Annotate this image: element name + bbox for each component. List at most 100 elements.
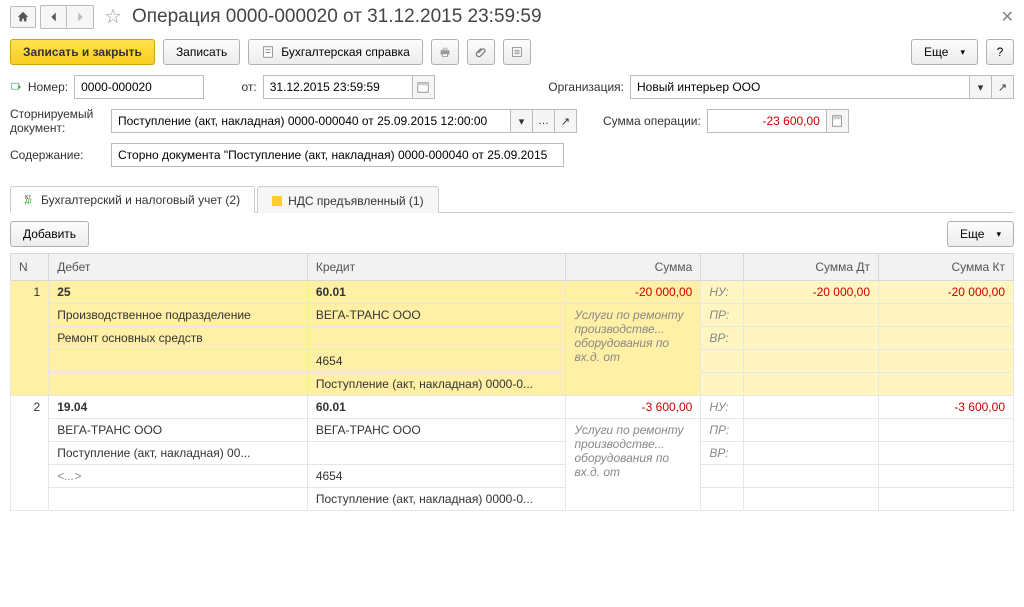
- sum-kt-cell: -20 000,00: [879, 281, 1014, 304]
- help-button[interactable]: ?: [986, 39, 1014, 65]
- grid-more-label: Еще: [960, 227, 984, 241]
- add-button[interactable]: Добавить: [10, 221, 89, 247]
- content-label: Содержание:: [10, 148, 105, 162]
- more-button[interactable]: Еще ▾: [911, 39, 978, 65]
- entries-grid: N Дебет Кредит Сумма Сумма Дт Сумма Кт 1…: [10, 253, 1014, 511]
- sum-input[interactable]: [707, 109, 827, 133]
- favorite-icon[interactable]: ☆: [104, 4, 122, 29]
- tab-accounting-label: Бухгалтерский и налоговый учет (2): [41, 193, 240, 207]
- paperclip-icon: [474, 45, 488, 59]
- credit-l1: ВЕГА-ТРАНС ООО: [307, 304, 566, 327]
- row-n: 2: [11, 396, 49, 511]
- storno-ellipsis-button[interactable]: …: [533, 109, 555, 133]
- back-button[interactable]: [41, 6, 67, 28]
- col-credit[interactable]: Кредит: [307, 254, 566, 281]
- sum-note: Услуги по ремонту производстве... оборуд…: [566, 419, 701, 511]
- credit-l2: 4654: [307, 350, 566, 373]
- calculator-icon: [830, 114, 844, 128]
- credit-acc: 60.01: [316, 400, 346, 414]
- table-row[interactable]: Поступление (акт, накладная) 0000-0...: [11, 373, 1014, 396]
- tag-nu: НУ:: [701, 396, 744, 419]
- table-row[interactable]: Поступление (акт, накладная) 0000-0...: [11, 488, 1014, 511]
- tab-accounting[interactable]: ДтКт Бухгалтерский и налоговый учет (2): [10, 186, 255, 213]
- table-row[interactable]: <...> 4654: [11, 465, 1014, 488]
- calendar-button[interactable]: [413, 75, 435, 99]
- page-title: Операция 0000-000020 от 31.12.2015 23:59…: [132, 6, 542, 28]
- form-area: Номер: от: Организация: ▾ ↗ Сторнируемый…: [0, 73, 1024, 183]
- tag-pr: ПР:: [701, 419, 744, 442]
- subtoolbar: Добавить Еще ▾: [0, 213, 1024, 253]
- tabs: ДтКт Бухгалтерский и налоговый учет (2) …: [10, 185, 1014, 213]
- sum-cell: -3 600,00: [566, 396, 701, 419]
- tab-vat-icon: [272, 196, 282, 206]
- sum-kt-cell: -3 600,00: [879, 396, 1014, 419]
- org-input[interactable]: [630, 75, 970, 99]
- caret-down-icon: ▾: [996, 229, 1001, 240]
- nav-group: [40, 5, 94, 29]
- date-input[interactable]: [263, 75, 413, 99]
- org-label: Организация:: [548, 80, 624, 94]
- sum-label: Сумма операции:: [603, 114, 701, 128]
- save-close-button[interactable]: Записать и закрыть: [10, 39, 155, 65]
- storno-open-button[interactable]: ↗: [555, 109, 577, 133]
- tag-pr: ПР:: [701, 304, 744, 327]
- more-label: Еще: [924, 45, 948, 59]
- table-row[interactable]: 2 19.04 60.01 -3 600,00 НУ: -3 600,00: [11, 396, 1014, 419]
- print-icon: [438, 45, 452, 59]
- credit-l3: Поступление (акт, накладная) 0000-0...: [307, 373, 566, 396]
- topbar: ☆ Операция 0000-000020 от 31.12.2015 23:…: [0, 0, 1024, 35]
- debit-acc: 19.04: [57, 400, 87, 414]
- tag-nu: НУ:: [701, 281, 744, 304]
- col-sum-dt[interactable]: Сумма Дт: [744, 254, 879, 281]
- table-row[interactable]: 4654: [11, 350, 1014, 373]
- tag-vr: ВР:: [701, 327, 744, 350]
- row-n: 1: [11, 281, 49, 396]
- table-row[interactable]: ВЕГА-ТРАНС ООО ВЕГА-ТРАНС ООО Услуги по …: [11, 419, 1014, 442]
- col-tag: [701, 254, 744, 281]
- tab-vat[interactable]: НДС предъявленный (1): [257, 186, 438, 213]
- table-row[interactable]: Производственное подразделение ВЕГА-ТРАН…: [11, 304, 1014, 327]
- storno-input[interactable]: [111, 109, 511, 133]
- debit-l2: Ремонт основных средств: [49, 327, 308, 350]
- col-sum[interactable]: Сумма: [566, 254, 701, 281]
- col-n[interactable]: N: [11, 254, 49, 281]
- main-toolbar: Записать и закрыть Записать Бухгалтерска…: [0, 35, 1024, 73]
- caret-down-icon: ▾: [960, 47, 965, 58]
- debit-l1: ВЕГА-ТРАНС ООО: [49, 419, 308, 442]
- save-button[interactable]: Записать: [163, 39, 240, 65]
- grid-more-button[interactable]: Еще ▾: [947, 221, 1014, 247]
- home-button[interactable]: [10, 6, 36, 28]
- tab-vat-label: НДС предъявленный (1): [288, 194, 423, 208]
- attach-button[interactable]: [467, 39, 495, 65]
- debit-l3: <...>: [49, 465, 308, 488]
- debit-l1: Производственное подразделение: [49, 304, 308, 327]
- org-open-button[interactable]: ↗: [992, 75, 1014, 99]
- table-row[interactable]: 1 25 60.01 -20 000,00 НУ: -20 000,00 -20…: [11, 281, 1014, 304]
- credit-acc: 60.01: [316, 285, 346, 299]
- content-input[interactable]: [111, 143, 564, 167]
- forward-button[interactable]: [67, 6, 93, 28]
- storno-dropdown-button[interactable]: ▾: [511, 109, 533, 133]
- arrow-left-icon: [47, 10, 61, 24]
- print-button[interactable]: [431, 39, 459, 65]
- close-button[interactable]: ✕: [1001, 7, 1014, 27]
- document-icon: [261, 45, 275, 59]
- debit-l2: Поступление (акт, накладная) 00...: [49, 442, 308, 465]
- number-input[interactable]: [74, 75, 204, 99]
- credit-l1: ВЕГА-ТРАНС ООО: [307, 419, 566, 442]
- org-dropdown-button[interactable]: ▾: [970, 75, 992, 99]
- accounting-ref-label: Бухгалтерская справка: [281, 45, 410, 59]
- list-button[interactable]: [503, 39, 531, 65]
- table-row[interactable]: Поступление (акт, накладная) 00... ВР:: [11, 442, 1014, 465]
- calendar-icon: [416, 80, 430, 94]
- accounting-ref-button[interactable]: Бухгалтерская справка: [248, 39, 423, 65]
- calc-button[interactable]: [827, 109, 849, 133]
- table-row[interactable]: Ремонт основных средств ВР:: [11, 327, 1014, 350]
- arrow-right-icon: [73, 10, 87, 24]
- col-debit[interactable]: Дебет: [49, 254, 308, 281]
- sum-note: Услуги по ремонту производстве... оборуд…: [566, 304, 701, 396]
- col-sum-kt[interactable]: Сумма Кт: [879, 254, 1014, 281]
- debit-acc: 25: [57, 285, 70, 299]
- tab-accounting-icon: ДтКт: [25, 195, 35, 205]
- list-icon: [510, 45, 524, 59]
